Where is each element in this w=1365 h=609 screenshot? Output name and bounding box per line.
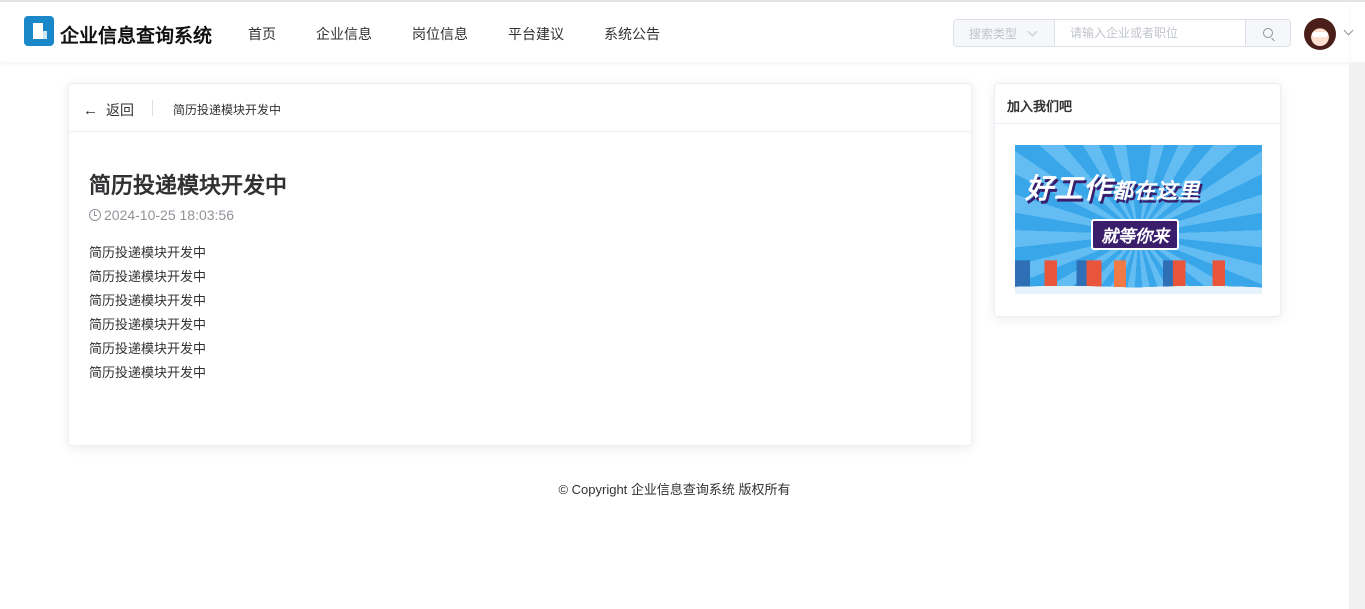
back-button[interactable]: ← 返回 xyxy=(83,100,134,120)
nav-company-info[interactable]: 企业信息 xyxy=(316,24,372,44)
nav-suggestions[interactable]: 平台建议 xyxy=(508,24,564,44)
search-type-select[interactable]: 搜索类型 xyxy=(954,20,1055,46)
search-input[interactable] xyxy=(1055,20,1245,46)
scrollbar[interactable] xyxy=(1349,62,1365,609)
content-line: 简历投递模块开发中 xyxy=(89,317,207,332)
content-line: 简历投递模块开发中 xyxy=(89,269,207,284)
clock-icon xyxy=(89,209,101,221)
join-us-title: 加入我们吧 xyxy=(995,84,1280,124)
nav-home[interactable]: 首页 xyxy=(248,24,276,44)
article-time: 2024-10-25 18:03:56 xyxy=(89,207,234,223)
content-line: 简历投递模块开发中 xyxy=(89,293,207,308)
chevron-down-icon[interactable] xyxy=(1343,25,1354,36)
time-text: 2024-10-25 18:03:56 xyxy=(104,207,234,223)
join-us-card: 加入我们吧 好工作都在这里 就等你来 xyxy=(994,83,1281,317)
article-title: 简历投递模块开发中 xyxy=(89,173,288,198)
breadcrumb: 简历投递模块开发中 xyxy=(173,103,282,117)
logo-building-icon[interactable] xyxy=(24,16,54,46)
banner-subline: 就等你来 xyxy=(1091,219,1179,250)
banner-text: 好工作 xyxy=(1025,173,1113,204)
article-card: ← 返回 简历投递模块开发中 简历投递模块开发中 2024-10-25 18:03… xyxy=(68,83,972,446)
content-line: 简历投递模块开发中 xyxy=(89,245,207,260)
chevron-down-icon xyxy=(1027,26,1038,36)
search-bar: 搜索类型 xyxy=(953,19,1291,47)
search-icon xyxy=(1263,28,1273,38)
back-label: 返回 xyxy=(106,102,134,118)
banner-headline: 好工作都在这里 xyxy=(1025,167,1200,207)
header: 企业信息查询系统 首页 企业信息 岗位信息 平台建议 系统公告 搜索类型 xyxy=(0,2,1354,62)
nav-job-info[interactable]: 岗位信息 xyxy=(412,24,468,44)
clouds xyxy=(1015,280,1262,294)
app-title[interactable]: 企业信息查询系统 xyxy=(60,21,212,48)
nav-announcements[interactable]: 系统公告 xyxy=(604,24,660,44)
content-line: 简历投递模块开发中 xyxy=(89,365,207,380)
avatar[interactable] xyxy=(1304,18,1336,50)
article-content: 简历投递模块开发中 简历投递模块开发中 简历投递模块开发中 简历投递模块开发中 … xyxy=(89,241,206,385)
divider xyxy=(152,100,153,116)
content-line: 简历投递模块开发中 xyxy=(89,341,207,356)
arrow-left-icon: ← xyxy=(83,101,98,119)
recruitment-banner[interactable]: 好工作都在这里 就等你来 xyxy=(1015,145,1262,294)
page-header: ← 返回 简历投递模块开发中 xyxy=(69,84,971,132)
search-type-placeholder: 搜索类型 xyxy=(969,26,1018,41)
search-button[interactable] xyxy=(1245,20,1290,46)
footer-copyright: © Copyright 企业信息查询系统 版权所有 xyxy=(558,482,791,497)
banner-text: 都在这里 xyxy=(1112,180,1201,203)
